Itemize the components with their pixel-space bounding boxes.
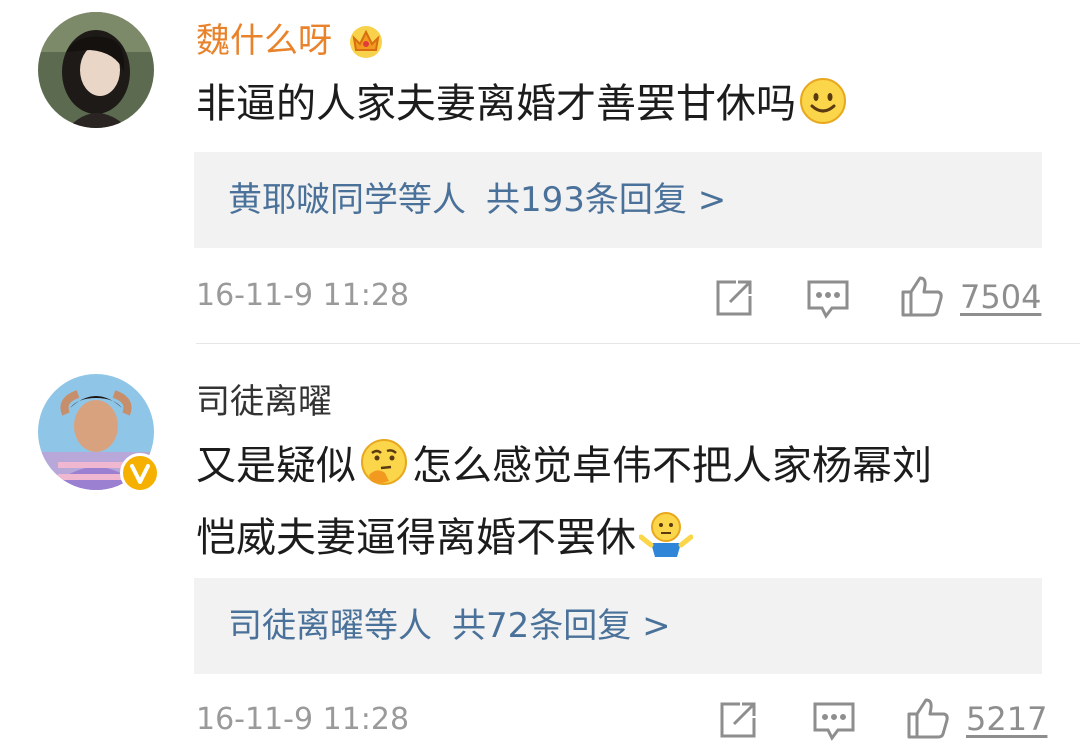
share-icon[interactable] — [714, 278, 754, 322]
username-text[interactable]: 魏什么呀 — [196, 21, 332, 61]
like-count[interactable]: 7504 — [960, 278, 1041, 316]
shrug-emoji — [638, 509, 694, 578]
username[interactable]: 司徒离曜 — [196, 382, 332, 422]
thumbs-up-icon[interactable] — [900, 274, 944, 322]
comment-text-part: 又是疑似 — [196, 443, 356, 489]
thinking-emoji — [359, 437, 409, 506]
reply-names[interactable]: 司徒离曜等人 — [228, 606, 432, 646]
username[interactable]: 魏什么呀 — [196, 20, 389, 69]
comment-icon[interactable] — [806, 278, 850, 324]
comment-text: 非逼的人家夫妻离婚才善罢甘休吗 — [196, 72, 850, 144]
share-icon[interactable] — [718, 700, 758, 744]
comment-icon[interactable] — [812, 700, 856, 746]
timestamp: 16-11-9 11:28 — [196, 702, 410, 737]
reply-count[interactable]: 共193条回复 > — [486, 180, 726, 220]
reply-summary[interactable]: 司徒离曜等人 共72条回复 > — [194, 578, 1042, 674]
comment-text-part: 怎么感觉卓伟不把人家杨幂刘 — [412, 443, 932, 489]
verified-badge — [120, 453, 160, 493]
comment-text-content: 非逼的人家夫妻离婚才善罢甘休吗 — [196, 81, 796, 127]
like-count[interactable]: 5217 — [966, 700, 1047, 738]
divider — [196, 343, 1080, 344]
thumbs-up-icon[interactable] — [906, 696, 950, 744]
reply-names[interactable]: 黄耶啵同学等人 — [228, 180, 466, 220]
reply-count[interactable]: 共72条回复 > — [452, 606, 671, 646]
smile-emoji — [799, 77, 847, 144]
timestamp: 16-11-9 11:28 — [196, 278, 410, 313]
comment-text: 又是疑似 怎么感觉卓伟不把人家杨幂刘 恺威夫妻逼得离婚不罢休 — [196, 434, 932, 578]
reply-summary[interactable]: 黄耶啵同学等人 共193条回复 > — [194, 152, 1042, 248]
crown-icon — [346, 20, 386, 69]
comment-text-part: 恺威夫妻逼得离婚不罢休 — [196, 515, 636, 561]
avatar[interactable] — [38, 12, 154, 128]
